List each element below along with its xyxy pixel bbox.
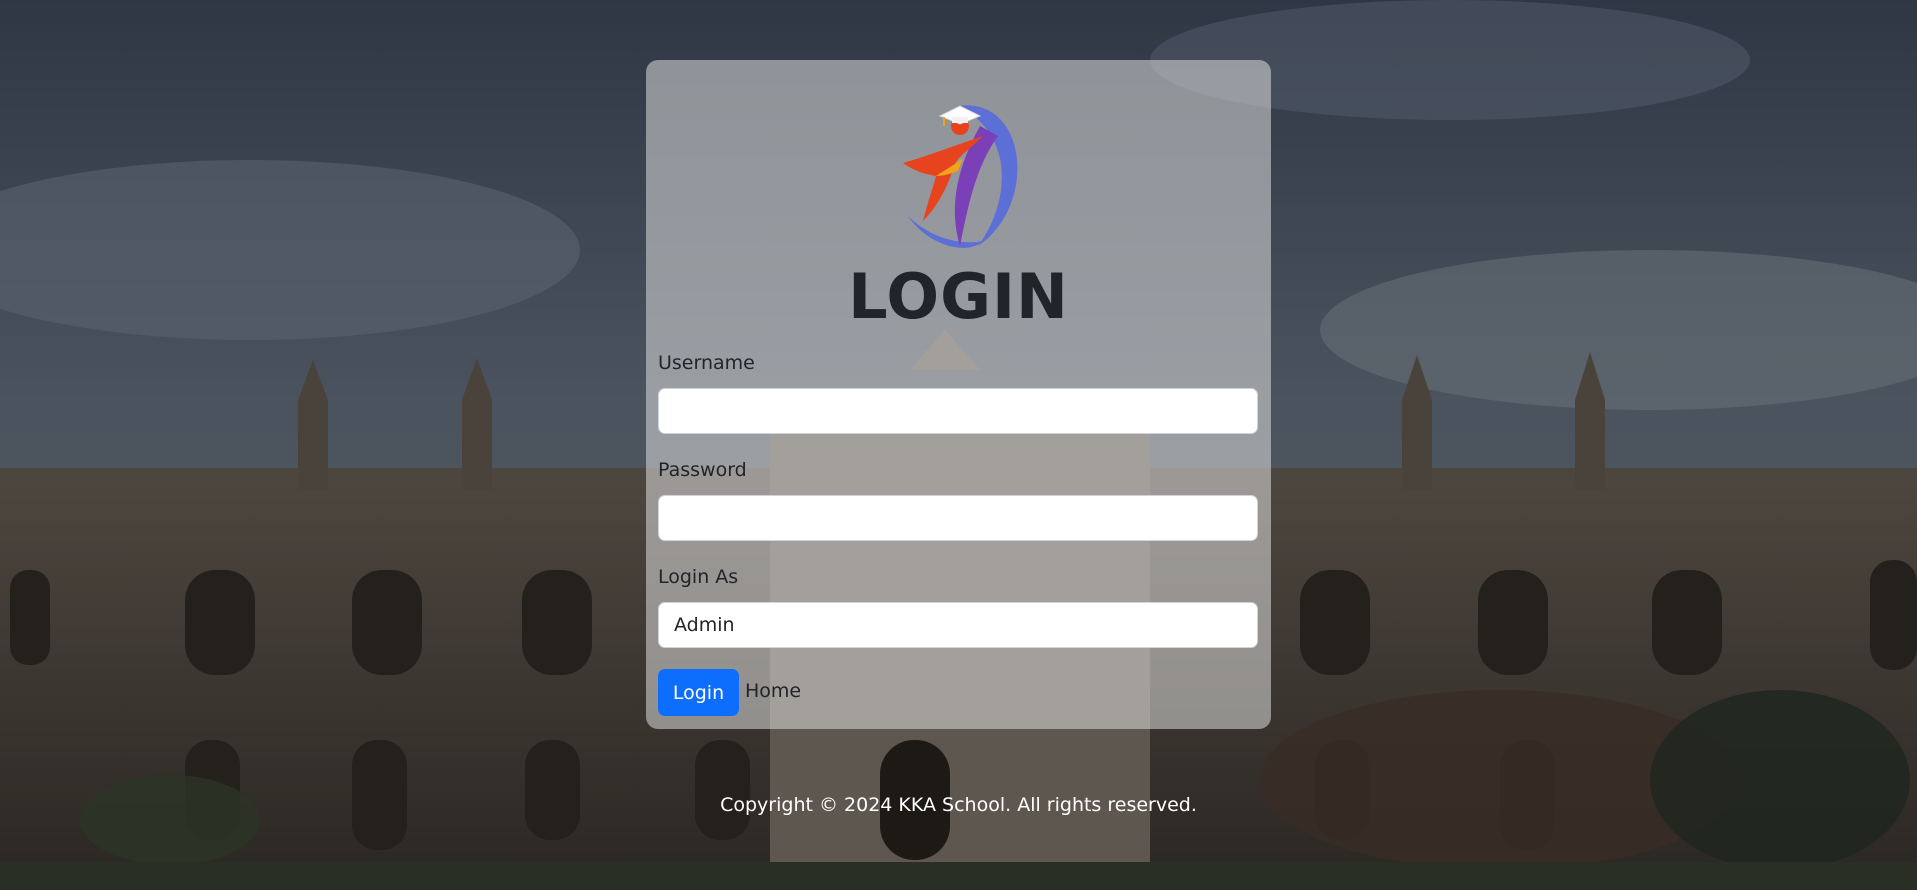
login-title: LOGIN <box>848 260 1069 333</box>
login-card: LOGIN Username Password Login As Admin L… <box>646 60 1271 729</box>
password-input[interactable] <box>658 495 1258 541</box>
login-as-select[interactable]: Admin <box>658 602 1258 648</box>
login-page: LOGIN Username Password Login As Admin L… <box>0 0 1917 890</box>
school-logo <box>888 96 1038 256</box>
school-graduate-logo-icon <box>903 105 1018 248</box>
home-link[interactable]: Home <box>745 680 801 702</box>
login-button[interactable]: Login <box>658 669 739 716</box>
username-label: Username <box>658 352 755 374</box>
footer-copyright: Copyright © 2024 KKA School. All rights … <box>720 794 1197 816</box>
login-as-label: Login As <box>658 566 739 588</box>
username-input[interactable] <box>658 388 1258 434</box>
login-as-selected-value: Admin <box>674 614 735 636</box>
password-label: Password <box>658 459 747 481</box>
